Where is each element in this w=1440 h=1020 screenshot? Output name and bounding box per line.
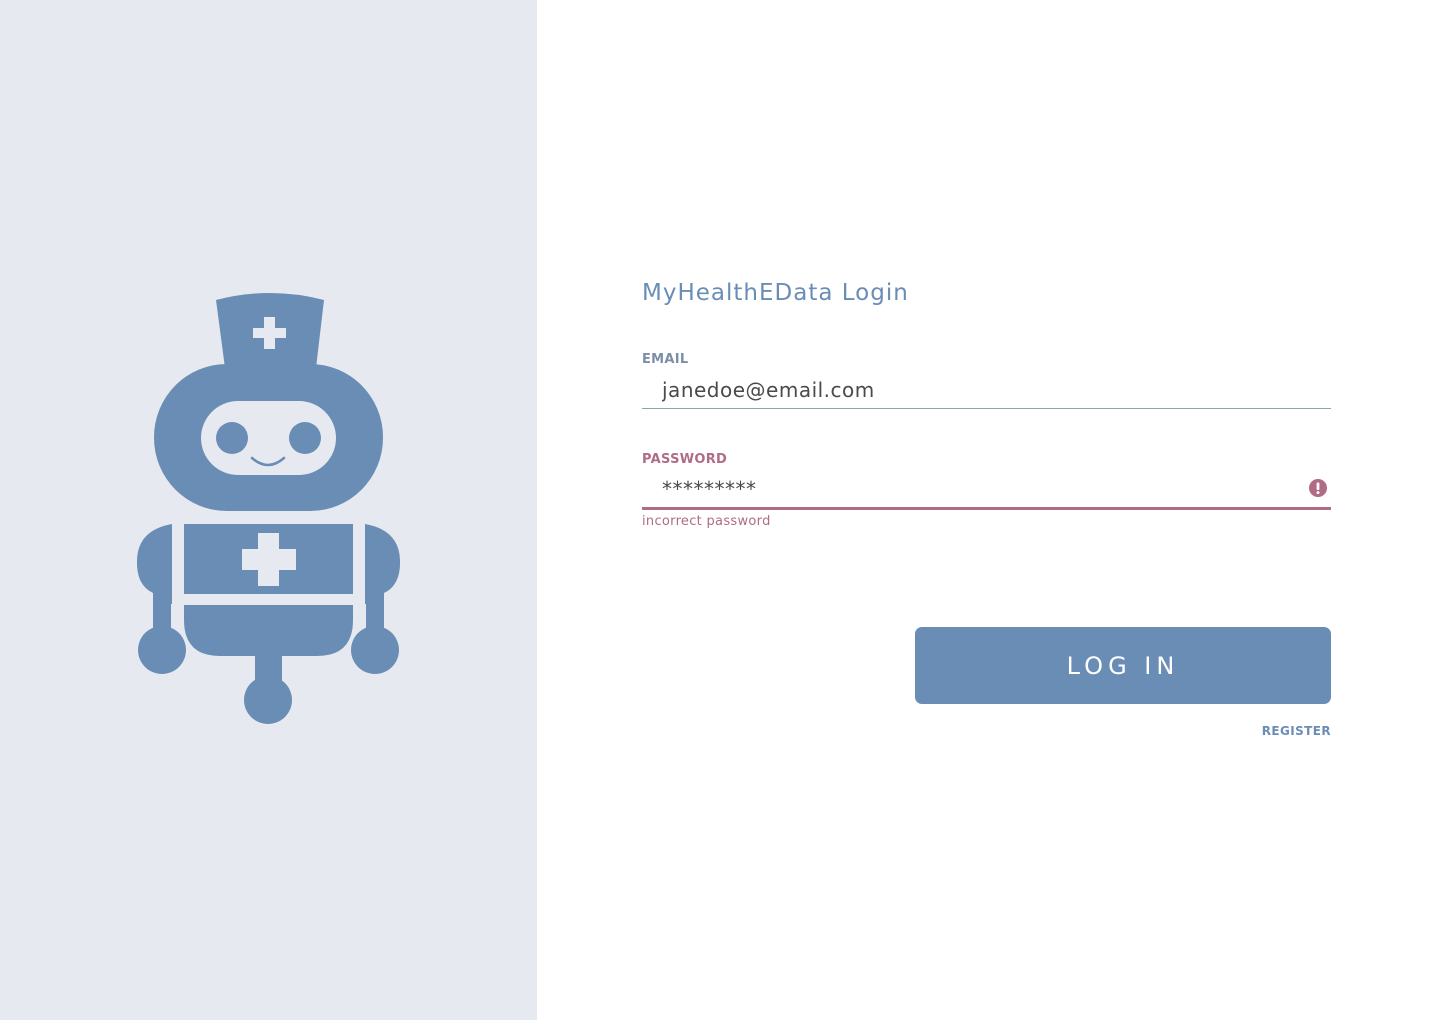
login-form: MyHealthEData Login EMAIL PASSWORD incor… bbox=[537, 0, 1440, 1020]
email-label: EMAIL bbox=[642, 352, 689, 367]
email-field[interactable] bbox=[642, 372, 1331, 409]
exclamation-circle-icon bbox=[1309, 479, 1327, 497]
password-field[interactable] bbox=[642, 470, 1331, 510]
nurse-robot-icon bbox=[136, 293, 401, 724]
register-link[interactable]: REGISTER bbox=[1262, 724, 1331, 738]
password-label: PASSWORD bbox=[642, 452, 728, 467]
branding-panel bbox=[0, 0, 537, 1020]
password-error-message: incorrect password bbox=[642, 514, 771, 529]
login-button[interactable]: LOG IN bbox=[915, 627, 1331, 704]
page-title: MyHealthEData Login bbox=[642, 280, 909, 306]
